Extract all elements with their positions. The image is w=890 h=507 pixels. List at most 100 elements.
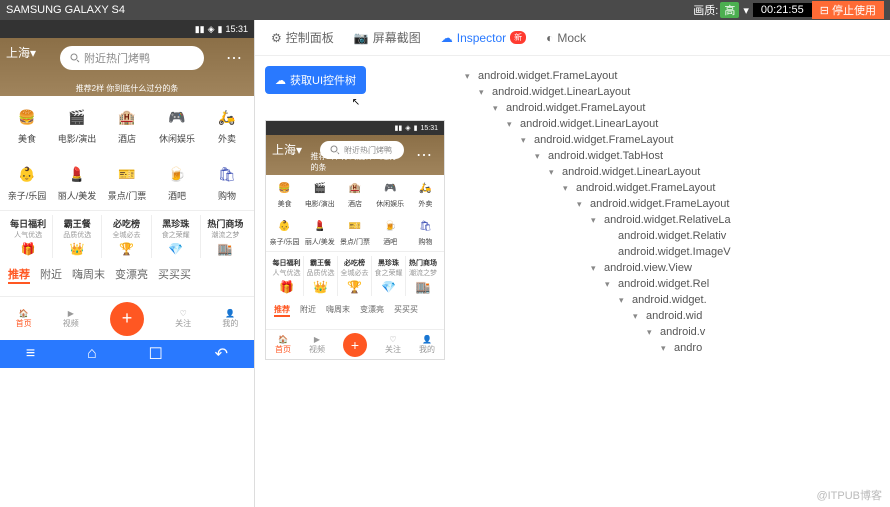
city-selector[interactable]: 上海 ▾ — [6, 44, 36, 61]
promo-item[interactable]: 热门商场潮流之梦🏬 — [201, 215, 250, 258]
tree-caret-icon[interactable]: ▾ — [549, 167, 559, 178]
tree-node[interactable]: android.widget.Relativ — [465, 228, 890, 244]
tree-node[interactable]: ▾ android.view.View — [465, 260, 890, 276]
nav-item[interactable]: ▶视频 — [63, 309, 79, 329]
promo-item[interactable]: 每日福利人气优选🎁 — [270, 256, 304, 296]
tree-node[interactable]: ▾ android.wid — [465, 308, 890, 324]
nav-item[interactable]: ♡关注 — [385, 335, 401, 355]
category-item[interactable]: 🍔美食 — [4, 104, 50, 145]
back-button[interactable]: ↶ — [215, 344, 228, 364]
category-item[interactable]: 🛵外卖 — [204, 104, 250, 145]
tree-caret-icon[interactable]: ▾ — [591, 215, 601, 226]
tree-node[interactable]: ▾ android.widget.FrameLayout — [465, 196, 890, 212]
search-input[interactable]: 附近热门烤鸭 — [60, 46, 204, 70]
feed-tab[interactable]: 变漂亮 — [360, 304, 384, 317]
nav-item[interactable]: 👤我的 — [222, 309, 238, 329]
tree-caret-icon[interactable]: ▾ — [633, 311, 643, 322]
phone-preview-mini[interactable]: ▮▮ ◈ ▮ 15:31 上海 ▾ 附近热门烤鸭 ⋯ 推荐2样 你到底什么过分的… — [265, 120, 445, 360]
tree-node[interactable]: ▾ android.widget.Rel — [465, 276, 890, 292]
feed-tab[interactable]: 变漂亮 — [115, 266, 148, 284]
tree-caret-icon[interactable]: ▾ — [479, 87, 489, 98]
inspector-tab[interactable]: ☁Inspector新 — [441, 31, 526, 45]
tree-caret-icon[interactable]: ▾ — [591, 263, 601, 274]
category-item[interactable]: 🛍购物 — [204, 161, 250, 202]
tree-caret-icon[interactable]: ▾ — [661, 343, 671, 354]
promo-item[interactable]: 热门商场潮流之梦🏬 — [406, 256, 440, 296]
nav-item[interactable]: 🏠首页 — [275, 335, 291, 355]
tree-caret-icon[interactable]: ▾ — [605, 279, 615, 290]
ui-tree[interactable]: ▾ android.widget.FrameLayout▾ android.wi… — [457, 56, 890, 507]
fab-add-button[interactable]: + — [343, 333, 367, 357]
tree-caret-icon[interactable]: ▾ — [563, 183, 573, 194]
tree-caret-icon[interactable]: ▾ — [521, 135, 531, 146]
feed-tab[interactable]: 附近 — [300, 304, 316, 317]
tree-caret-icon[interactable]: ▾ — [465, 71, 475, 82]
promo-item[interactable]: 必吃榜全城必去🏆 — [338, 256, 372, 296]
feed-tab[interactable]: 推荐 — [274, 304, 290, 317]
recent-button[interactable]: ☐ — [149, 344, 163, 364]
category-item[interactable]: 🎫景点/门票 — [338, 217, 371, 247]
inspector-tab[interactable]: ⚙控制面板 — [271, 29, 334, 46]
nav-item[interactable]: 🏠首页 — [16, 309, 32, 329]
tree-node[interactable]: ▾ andro — [465, 340, 890, 356]
feed-tab[interactable]: 嗨周末 — [326, 304, 350, 317]
promo-item[interactable]: 霸王餐品质优选👑 — [53, 215, 102, 258]
tree-node[interactable]: ▾ android.widget.FrameLayout — [465, 100, 890, 116]
promo-item[interactable]: 必吃榜全城必去🏆 — [102, 215, 151, 258]
promo-item[interactable]: 霸王餐品质优选👑 — [304, 256, 338, 296]
category-item[interactable]: 💄丽人/美发 — [54, 161, 100, 202]
feed-tab[interactable]: 买买买 — [394, 304, 418, 317]
tree-node[interactable]: ▾ android.widget.LinearLayout — [465, 164, 890, 180]
tree-caret-icon[interactable]: ▾ — [493, 103, 503, 114]
fab-add-button[interactable]: + — [110, 302, 144, 336]
category-item[interactable]: 🛍购物 — [409, 217, 442, 247]
tree-node[interactable]: ▾ android.v — [465, 324, 890, 340]
tree-caret-icon[interactable]: ▾ — [577, 199, 587, 210]
tree-node[interactable]: ▾ android.widget. — [465, 292, 890, 308]
category-item[interactable]: 🎮休闲娱乐 — [374, 179, 407, 209]
category-item[interactable]: 🏨酒店 — [104, 104, 150, 145]
more-icon[interactable]: ⋯ — [226, 48, 244, 68]
nav-item[interactable]: ▶视频 — [309, 335, 325, 355]
category-item[interactable]: 🍺酒吧 — [154, 161, 200, 202]
promo-item[interactable]: 黑珍珠食之荣耀💎 — [372, 256, 406, 296]
home-button[interactable]: ⌂ — [87, 345, 97, 363]
promo-item[interactable]: 每日福利人气优选🎁 — [4, 215, 53, 258]
tree-node[interactable]: ▾ android.widget.LinearLayout — [465, 84, 890, 100]
category-item[interactable]: 💄丽人/美发 — [303, 217, 336, 247]
tree-node[interactable]: ▾ android.widget.RelativeLa — [465, 212, 890, 228]
inspector-tab[interactable]: ◐Mock — [546, 31, 586, 45]
tree-caret-icon[interactable]: ▾ — [647, 327, 657, 338]
tree-caret-icon[interactable]: ▾ — [535, 151, 545, 162]
menu-button[interactable]: ≡ — [26, 345, 35, 363]
city-selector[interactable]: 上海 ▾ — [272, 141, 302, 158]
category-item[interactable]: 👶亲子/乐园 — [4, 161, 50, 202]
tree-node[interactable]: ▾ android.widget.LinearLayout — [465, 116, 890, 132]
category-item[interactable]: 🍔美食 — [268, 179, 301, 209]
nav-item[interactable]: 👤我的 — [419, 335, 435, 355]
category-item[interactable]: 🎮休闲娱乐 — [154, 104, 200, 145]
tree-node[interactable]: ▾ android.widget.FrameLayout — [465, 132, 890, 148]
feed-tab[interactable]: 推荐 — [8, 266, 30, 284]
category-item[interactable]: 🛵外卖 — [409, 179, 442, 209]
inspector-tab[interactable]: 📷屏幕截图 — [354, 29, 421, 46]
feed-tab[interactable]: 买买买 — [158, 266, 191, 284]
nav-item[interactable]: ♡关注 — [175, 309, 191, 329]
category-item[interactable]: 🏨酒店 — [338, 179, 371, 209]
get-ui-tree-button[interactable]: ☁ 获取UI控件树 — [265, 66, 366, 94]
category-item[interactable]: 🍺酒吧 — [374, 217, 407, 247]
tree-node[interactable]: ▾ android.widget.FrameLayout — [465, 68, 890, 84]
tree-node[interactable]: ▾ android.widget.TabHost — [465, 148, 890, 164]
quality-value[interactable]: 高 — [720, 2, 739, 18]
more-icon[interactable]: ⋯ — [416, 145, 434, 165]
category-item[interactable]: 👶亲子/乐园 — [268, 217, 301, 247]
category-item[interactable]: 🎬电影/演出 — [303, 179, 336, 209]
promo-item[interactable]: 黑珍珠食之荣耀💎 — [152, 215, 201, 258]
tree-node[interactable]: android.widget.ImageV — [465, 244, 890, 260]
category-item[interactable]: 🎫景点/门票 — [104, 161, 150, 202]
stop-button[interactable]: ⊟ 停止使用 — [812, 1, 884, 19]
tree-caret-icon[interactable]: ▾ — [619, 295, 629, 306]
tree-node[interactable]: ▾ android.widget.FrameLayout — [465, 180, 890, 196]
tree-caret-icon[interactable]: ▾ — [507, 119, 517, 130]
feed-tab[interactable]: 附近 — [40, 266, 62, 284]
